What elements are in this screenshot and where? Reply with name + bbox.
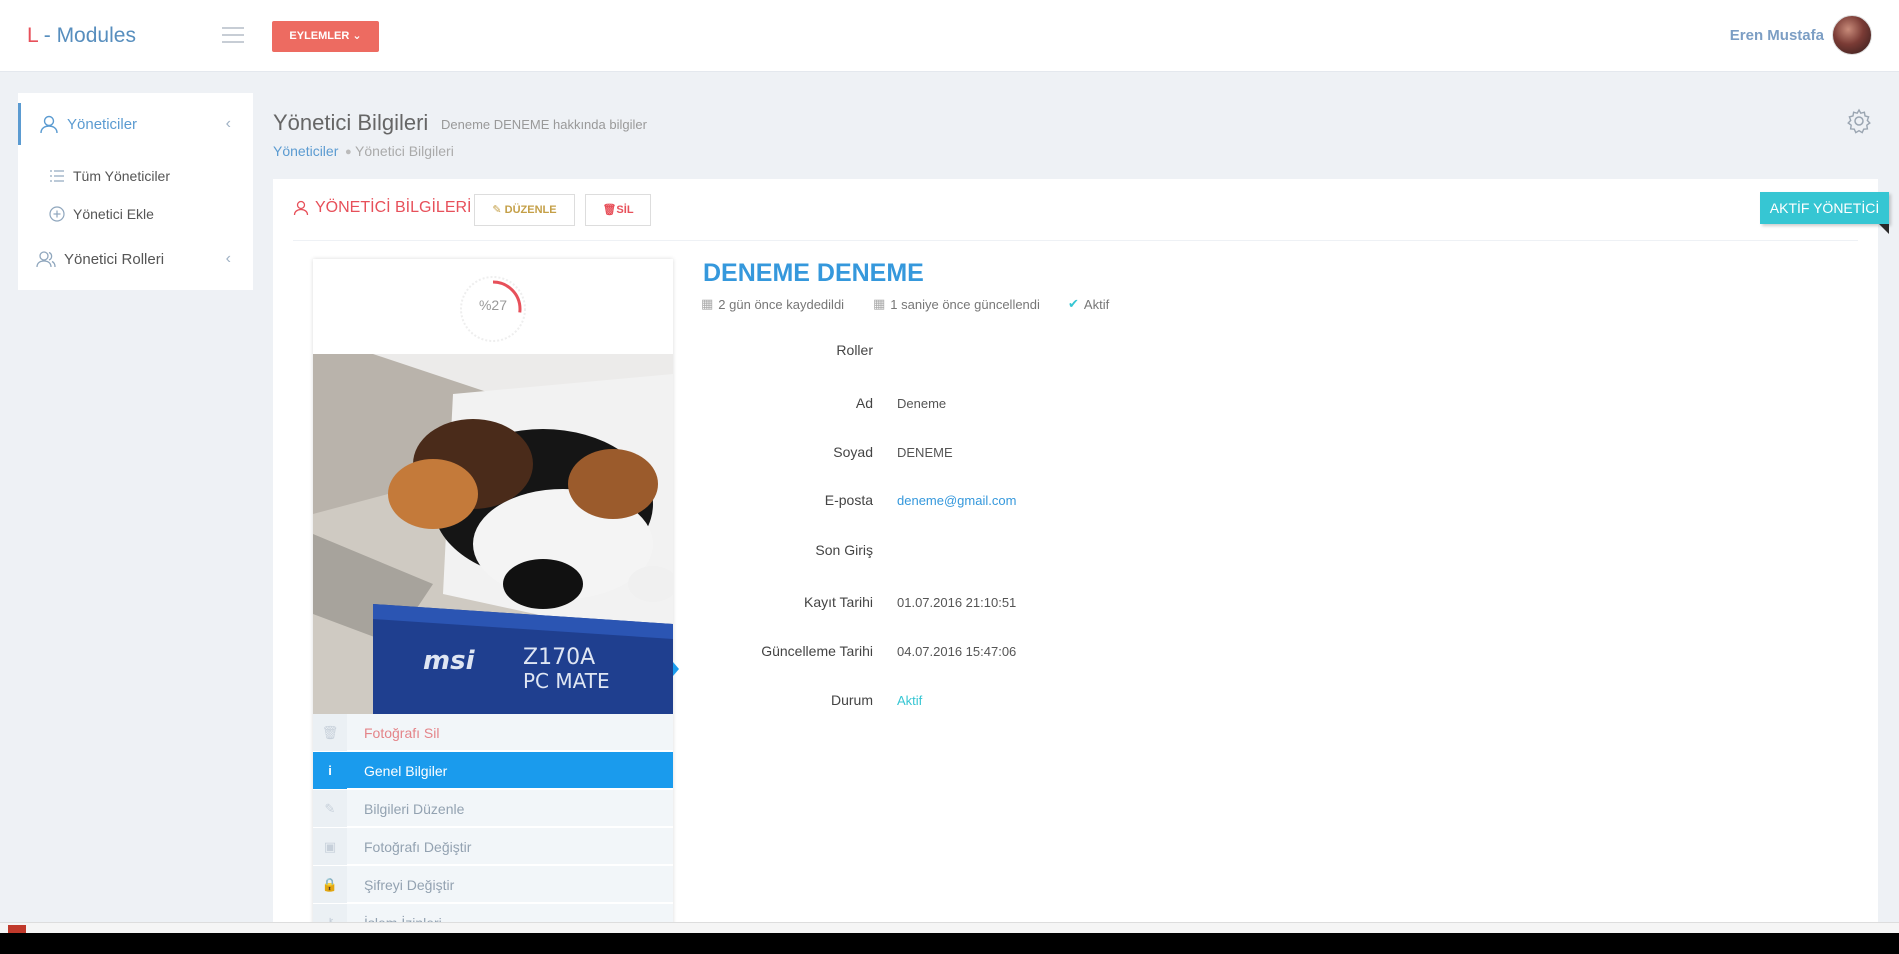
debug-toolbar[interactable] bbox=[0, 922, 1899, 933]
status-ribbon: AKTİF YÖNETİCİ bbox=[1760, 192, 1889, 224]
field-value-last-name: DENEME bbox=[897, 445, 953, 460]
general-info-menu-item[interactable]: i Genel Bilgiler bbox=[313, 752, 673, 789]
list-icon bbox=[50, 170, 64, 182]
user-icon bbox=[293, 200, 309, 216]
created-meta: ▦ 2 gün önce kaydedildi bbox=[701, 296, 845, 312]
lock-icon: 🔒 bbox=[313, 866, 347, 903]
info-icon: i bbox=[313, 752, 347, 789]
debug-logo-icon bbox=[8, 925, 26, 933]
sidebar-item-label: Tüm Yöneticiler bbox=[73, 168, 171, 184]
status-meta: ✔ Aktif bbox=[1068, 296, 1110, 312]
field-label-status: Durum bbox=[830, 692, 873, 708]
field-label-last-name: Soyad bbox=[833, 444, 873, 460]
pencil-icon: ✎ bbox=[313, 790, 347, 827]
sidebar-subitem-yonetici-ekle[interactable]: Yönetici Ekle bbox=[18, 197, 253, 231]
page-title: Yönetici Bilgileri bbox=[273, 110, 429, 135]
delete-photo-menu-item[interactable]: 🗑 Fotoğrafı Sil bbox=[313, 714, 673, 751]
breadcrumb-current: Yönetici Bilgileri bbox=[355, 143, 454, 159]
field-label-first-name: Ad bbox=[855, 395, 873, 411]
full-name-heading: DENEME DENEME bbox=[703, 259, 924, 287]
chevron-left-icon: ‹ bbox=[225, 115, 231, 132]
change-password-menu-item[interactable]: 🔒 Şifreyi Değiştir bbox=[313, 866, 673, 903]
field-label-roles: Roller bbox=[836, 342, 873, 358]
pencil-icon: ✎ bbox=[492, 204, 502, 216]
sidebar-item-label: Yönetici Rolleri bbox=[64, 250, 165, 268]
portlet-title: YÖNETİCİ BİLGİLERİ bbox=[293, 199, 471, 217]
trash-icon: 🗑 bbox=[602, 204, 617, 216]
calendar-icon: ▦ bbox=[701, 296, 714, 311]
field-value-registered: 01.07.2016 21:10:51 bbox=[897, 595, 1017, 610]
check-icon: ✔ bbox=[1068, 296, 1079, 311]
svg-text:msi: msi bbox=[423, 646, 476, 676]
field-value-updated: 04.07.2016 15:47:06 bbox=[897, 644, 1017, 659]
users-icon bbox=[36, 251, 56, 268]
field-value-email[interactable]: deneme@gmail.com bbox=[897, 493, 1016, 508]
menu-toggle-icon[interactable] bbox=[222, 27, 244, 43]
field-label-registered: Kayıt Tarihi bbox=[804, 594, 873, 610]
plus-circle-icon bbox=[49, 206, 65, 222]
field-value-status: Aktif bbox=[897, 693, 923, 708]
sidebar-item-yonetici-rolleri[interactable]: Yönetici Rolleri ‹ bbox=[18, 238, 253, 280]
sidebar: Yöneticiler ‹ Tüm Yöneticiler Yönetici E… bbox=[18, 93, 253, 290]
change-photo-menu-item[interactable]: ▣ Fotoğrafı Değiştir bbox=[313, 828, 673, 865]
breadcrumb-separator: ● bbox=[345, 146, 352, 158]
edit-info-menu-item[interactable]: ✎ Bilgileri Düzenle bbox=[313, 790, 673, 827]
sidebar-item-label: Yönetici Ekle bbox=[73, 206, 154, 222]
top-header: L - Modules EYLEMLER ⌄ Eren Mustafa bbox=[0, 0, 1899, 72]
field-value-first-name: Deneme bbox=[897, 396, 947, 411]
delete-button[interactable]: 🗑SİL bbox=[585, 194, 651, 226]
updated-meta: ▦ 1 saniye önce güncellendi bbox=[873, 296, 1040, 312]
sidebar-item-yoneticiler[interactable]: Yöneticiler ‹ bbox=[18, 103, 253, 145]
svg-text:Z170A: Z170A bbox=[523, 645, 595, 670]
image-icon: ▣ bbox=[313, 828, 347, 865]
profile-card: %27 msi Z170A PC MATE 🗑 Fotoğrafı Sil i … bbox=[313, 259, 673, 954]
trash-icon: 🗑 bbox=[313, 714, 347, 751]
divider bbox=[293, 240, 1858, 241]
sidebar-item-label: Yöneticiler bbox=[67, 115, 138, 133]
user-name[interactable]: Eren Mustafa bbox=[1730, 27, 1824, 44]
sidebar-subitem-tum-yoneticiler[interactable]: Tüm Yöneticiler bbox=[18, 159, 253, 193]
field-label-email: E-posta bbox=[824, 492, 873, 508]
svg-text:PC MATE: PC MATE bbox=[523, 669, 610, 693]
profile-photo: msi Z170A PC MATE bbox=[313, 354, 673, 714]
app-logo[interactable]: L - Modules bbox=[27, 24, 136, 48]
field-label-updated: Güncelleme Tarihi bbox=[761, 643, 873, 659]
edit-button[interactable]: ✎ DÜZENLE bbox=[474, 194, 575, 226]
field-label-last-login: Son Giriş bbox=[815, 542, 873, 558]
actions-dropdown-button[interactable]: EYLEMLER ⌄ bbox=[272, 21, 379, 52]
ribbon-tail bbox=[1879, 224, 1889, 234]
breadcrumb-link[interactable]: Yöneticiler bbox=[273, 143, 338, 159]
user-icon bbox=[40, 115, 58, 134]
chevron-left-icon: ‹ bbox=[225, 250, 231, 267]
admin-info-portlet: YÖNETİCİ BİLGİLERİ ✎ DÜZENLE 🗑SİL AKTİF … bbox=[273, 179, 1889, 954]
user-avatar[interactable] bbox=[1832, 15, 1872, 55]
active-menu-pointer bbox=[673, 662, 679, 676]
calendar-icon: ▦ bbox=[873, 296, 886, 311]
gear-icon[interactable] bbox=[1846, 108, 1872, 134]
page-subtitle: Deneme DENEME hakkında bilgiler bbox=[441, 117, 647, 132]
completion-percent: %27 bbox=[478, 297, 508, 313]
